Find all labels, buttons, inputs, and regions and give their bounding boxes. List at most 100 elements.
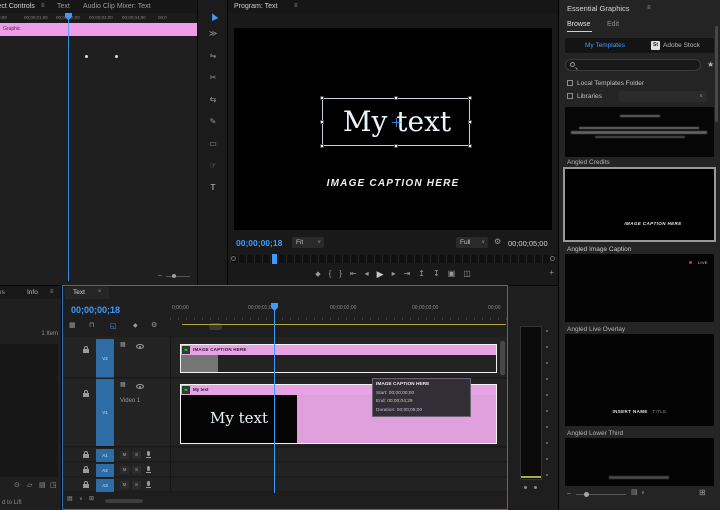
selection-handle[interactable] xyxy=(394,96,398,100)
step-forward-button[interactable]: ▸ xyxy=(392,270,396,278)
scrollbar-handle-right[interactable] xyxy=(550,256,555,261)
solo-button[interactable]: S xyxy=(132,466,141,474)
lock-icon[interactable] xyxy=(83,390,89,397)
timeline-vertical-scrollbar[interactable] xyxy=(500,341,505,375)
mute-button[interactable]: M xyxy=(120,481,129,489)
chevron-down-icon[interactable]: ∨ xyxy=(641,491,645,496)
extract-button[interactable]: ↧ xyxy=(433,270,440,278)
timeline-footer-grid-icon[interactable]: ▤ xyxy=(67,496,73,502)
favorites-star-icon[interactable]: ★ xyxy=(707,60,714,69)
tab-libraries[interactable]: Libraries xyxy=(0,289,5,296)
zoom-slider-knob[interactable] xyxy=(172,274,176,278)
zoom-slider-track[interactable] xyxy=(166,276,190,277)
go-to-in-button[interactable]: ⇤ xyxy=(350,270,357,278)
zoom-icon[interactable]: ⊙ xyxy=(14,482,20,489)
thumb-zoom-out-icon[interactable]: – xyxy=(567,490,571,497)
scrollbar-handle-left[interactable] xyxy=(231,256,236,261)
button-editor-button[interactable]: + xyxy=(549,269,554,277)
linked-selection-icon[interactable]: ◱ xyxy=(110,322,117,330)
voiceover-record-icon[interactable] xyxy=(146,466,151,473)
list-view-icon[interactable]: ▤ xyxy=(39,482,46,489)
track-visibility-icon[interactable] xyxy=(136,384,144,389)
install-motion-graphics-icon[interactable]: ▤ xyxy=(631,489,638,496)
lock-icon[interactable] xyxy=(83,466,89,473)
zoom-level-select[interactable]: Fit ∨ xyxy=(292,237,324,248)
template-thumb-partial[interactable] xyxy=(565,438,714,486)
work-area-bar[interactable] xyxy=(182,324,506,325)
text-layer-selection-box[interactable]: My text xyxy=(320,96,472,148)
adobe-stock-tab[interactable]: Adobe Stock xyxy=(663,38,700,53)
ripple-edit-tool[interactable]: ⇋ xyxy=(198,52,227,60)
mute-button[interactable]: M xyxy=(120,451,129,459)
timeline-ruler[interactable]: 0;00;00 00;00;01;00 00;00;02;00 00;00;03… xyxy=(170,303,507,321)
effect-controls-ruler[interactable]: 0;00 00;00;01;00 00;00;02;00 00;00;03;00… xyxy=(0,13,197,23)
add-marker-icon[interactable]: ◆ xyxy=(133,323,138,329)
tab-info[interactable]: Info xyxy=(27,289,38,296)
track-row-a1[interactable] xyxy=(63,448,507,462)
selection-handle[interactable] xyxy=(320,144,324,148)
playback-resolution-select[interactable]: Full ∨ xyxy=(456,237,488,248)
track-target-a1[interactable]: A1 xyxy=(96,449,114,462)
selection-handle[interactable] xyxy=(468,96,472,100)
track-name-label[interactable]: Video 1 xyxy=(120,398,140,404)
tab-browse[interactable]: Browse xyxy=(567,21,590,28)
search-input[interactable] xyxy=(565,59,701,71)
effect-controls-playhead[interactable] xyxy=(68,13,69,281)
track-target-v2[interactable]: V2 xyxy=(96,339,114,378)
timeline-menu-icon[interactable]: ▦ xyxy=(69,322,76,329)
tab-edit[interactable]: Edit xyxy=(607,21,619,28)
selection-handle[interactable] xyxy=(468,120,472,124)
template-thumb-angled-credits[interactable] xyxy=(565,107,714,157)
step-back-button[interactable]: ◂ xyxy=(365,270,369,278)
new-layout-icon[interactable]: ⊞ xyxy=(699,489,706,497)
eg-scrollbar[interactable] xyxy=(715,26,718,122)
track-target-a3[interactable]: A3 xyxy=(96,479,114,492)
tab-effect-controls[interactable]: Effect Controls xyxy=(0,3,35,10)
go-to-out-button[interactable]: ⇥ xyxy=(404,270,411,278)
timeline-playhead[interactable] xyxy=(274,303,275,493)
razor-tool[interactable]: ✂ xyxy=(198,74,227,82)
program-current-timecode[interactable]: 00;00;00;18 xyxy=(236,238,282,248)
export-frame-button[interactable]: ▣ xyxy=(448,270,456,278)
selection-handle[interactable] xyxy=(468,144,472,148)
mark-in-button[interactable]: { xyxy=(329,270,332,278)
selection-tool[interactable]: ▶ xyxy=(198,6,227,24)
program-scrubber[interactable] xyxy=(230,254,556,264)
keyframe-dot[interactable] xyxy=(85,55,88,58)
meter-button[interactable] xyxy=(524,486,527,489)
slip-tool[interactable]: ⇆ xyxy=(198,96,227,104)
selection-handle[interactable] xyxy=(320,96,324,100)
zoom-out-icon[interactable]: – xyxy=(158,272,162,279)
anchor-point-icon[interactable] xyxy=(396,118,397,127)
settings-wrench-icon[interactable]: ⚙ xyxy=(494,238,501,246)
fx-badge[interactable]: fx xyxy=(182,386,190,394)
template-thumb-angled-image-caption[interactable]: IMAGE CAPTION HERE xyxy=(563,167,716,242)
selection-handle[interactable] xyxy=(394,144,398,148)
keyframe-dot[interactable] xyxy=(115,55,118,58)
tab-audio-clip-mixer[interactable]: Audio Clip Mixer: Text xyxy=(83,3,151,10)
timeline-footer-chevron-icon[interactable]: ∨ xyxy=(79,497,83,502)
lock-icon[interactable] xyxy=(83,481,89,488)
pen-tool[interactable]: ✎ xyxy=(198,118,227,126)
template-thumb-angled-live-overlay[interactable]: LIVE xyxy=(565,254,714,322)
local-templates-checkbox[interactable] xyxy=(567,80,573,86)
mute-button[interactable]: M xyxy=(120,466,129,474)
play-button[interactable]: ▶ xyxy=(377,269,384,279)
track-visibility-icon[interactable] xyxy=(136,344,144,349)
panel-menu-icon[interactable]: ≡ xyxy=(41,3,45,9)
clip-v2-image-caption[interactable]: fx IMAGE CAPTION HERE xyxy=(180,344,497,373)
timeline-current-timecode[interactable]: 00;00;00;18 xyxy=(71,305,120,315)
hand-tool[interactable]: ☞ xyxy=(198,162,227,170)
close-icon[interactable]: × xyxy=(98,289,102,295)
timeline-horizontal-scrollbar[interactable] xyxy=(105,499,143,503)
libraries-select[interactable]: ∨ xyxy=(619,91,707,102)
project-list-area[interactable] xyxy=(0,344,58,477)
panel-menu-icon[interactable]: ≡ xyxy=(647,5,651,11)
voiceover-record-icon[interactable] xyxy=(146,451,151,458)
timeline-footer-add-icon[interactable]: ⊞ xyxy=(89,496,94,502)
track-target-a2[interactable]: A2 xyxy=(96,464,114,477)
lock-icon[interactable] xyxy=(83,451,89,458)
sync-lock-icon[interactable]: ▦ xyxy=(120,382,126,388)
lift-button[interactable]: ↥ xyxy=(418,270,425,278)
tab-program[interactable]: Program: Text xyxy=(234,3,277,10)
